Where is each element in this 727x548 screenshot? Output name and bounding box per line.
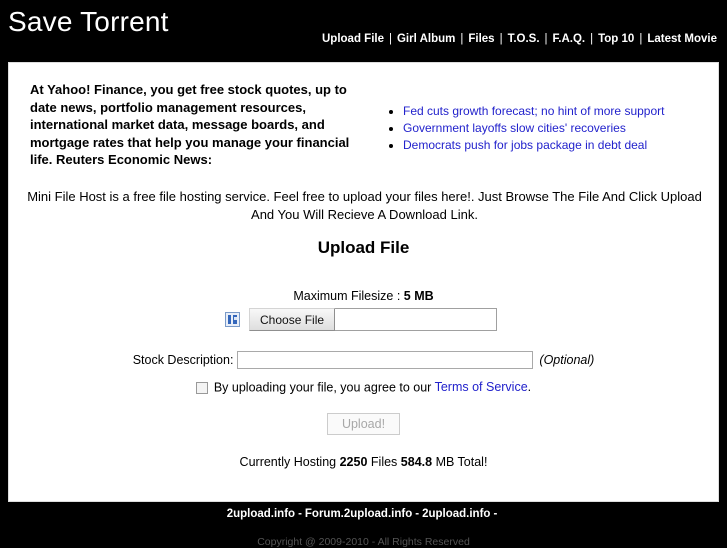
max-filesize-value: 5 MB bbox=[403, 289, 434, 303]
terms-row: By uploading your file, you agree to our… bbox=[9, 380, 718, 395]
footer-link-2upload-info-alt[interactable]: 2upload.info bbox=[422, 508, 490, 520]
nav-separator: | bbox=[639, 33, 643, 45]
hosting-file-count: 2250 bbox=[339, 455, 368, 469]
footer-links: 2upload.info - Forum.2upload.info -2upload.… bbox=[0, 508, 727, 520]
max-filesize-label: Maximum Filesize : bbox=[293, 289, 401, 303]
main-content-panel: At Yahoo! Finance, you get free stock qu… bbox=[8, 62, 719, 502]
site-header: Save Torrent Upload File | Girl Album | File… bbox=[0, 0, 727, 60]
footer-separator: - bbox=[298, 508, 302, 520]
list-item: Fed cuts growth forecast; no hint of mor… bbox=[403, 103, 664, 120]
nav-separator: | bbox=[590, 33, 594, 45]
description-label: Stock Description: bbox=[132, 353, 234, 367]
nav-item-upload-file[interactable]: Upload File bbox=[321, 33, 385, 45]
footer-separator: - bbox=[415, 508, 420, 520]
nav-separator: | bbox=[544, 33, 548, 45]
broken-image-icon-tear bbox=[231, 314, 233, 325]
nav-item-files[interactable]: Files bbox=[467, 33, 495, 45]
nav-item-tos[interactable]: T.O.S. bbox=[507, 33, 541, 45]
footer-separator-trailing: - bbox=[493, 508, 498, 520]
list-item: Democrats push for jobs package in debt … bbox=[403, 137, 664, 154]
broken-image-icon bbox=[225, 312, 240, 327]
upload-section-heading: Upload File bbox=[317, 238, 410, 257]
hosting-stats-prefix: Currently Hosting bbox=[239, 455, 337, 469]
footer-link-forum-2upload-info[interactable]: Forum.2upload.info bbox=[305, 508, 412, 520]
main-navigation: Upload File | Girl Album | Files | T.O.S. | F.A.… bbox=[321, 33, 718, 45]
promo-region: At Yahoo! Finance, you get free stock qu… bbox=[9, 63, 718, 173]
terms-of-service-link[interactable]: Terms of Service bbox=[435, 380, 528, 394]
nav-separator: | bbox=[499, 33, 503, 45]
optional-note: (Optional) bbox=[539, 353, 595, 367]
list-item: Government layoffs slow cities' recoveri… bbox=[403, 120, 664, 137]
news-link-fed-cuts[interactable]: Fed cuts growth forecast; no hint of mor… bbox=[403, 104, 664, 118]
nav-item-faq[interactable]: F.A.Q. bbox=[552, 33, 587, 45]
terms-checkbox[interactable] bbox=[195, 381, 208, 394]
file-upload-row: Choose File bbox=[225, 308, 497, 331]
hosting-stats-suffix: MB Total! bbox=[435, 455, 488, 469]
hosting-stats: Currently Hosting 2250 Files 584.8 MB To… bbox=[9, 455, 718, 469]
file-name-display bbox=[335, 309, 496, 330]
upload-button-container: Upload! bbox=[9, 413, 718, 435]
copyright-text: Copyright @ 2009-2010 - All Rights Reser… bbox=[257, 536, 470, 548]
intro-paragraph: Mini File Host is a free file hosting se… bbox=[27, 189, 702, 222]
nav-item-top-10[interactable]: Top 10 bbox=[597, 33, 635, 45]
nav-item-latest-movie[interactable]: Latest Movie bbox=[646, 33, 718, 45]
news-headline-list: Fed cuts growth forecast; no hint of mor… bbox=[383, 103, 664, 154]
max-filesize-info: Maximum Filesize : 5 MB bbox=[9, 289, 718, 303]
finance-blurb: At Yahoo! Finance, you get free stock qu… bbox=[30, 82, 350, 167]
broken-image-icon-dot bbox=[234, 317, 237, 320]
terms-period: . bbox=[527, 380, 532, 394]
news-link-government-layoffs[interactable]: Government layoffs slow cities' recoveri… bbox=[403, 121, 626, 135]
hosting-total-size: 584.8 bbox=[400, 455, 433, 469]
site-footer: 2upload.info - Forum.2upload.info -2upload.… bbox=[0, 508, 727, 548]
nav-separator: | bbox=[388, 33, 392, 45]
page-title: Save Torrent bbox=[8, 6, 169, 37]
file-input-control[interactable]: Choose File bbox=[249, 308, 497, 331]
choose-file-button[interactable]: Choose File bbox=[249, 308, 336, 331]
nav-item-girl-album[interactable]: Girl Album bbox=[396, 33, 456, 45]
news-link-democrats-push[interactable]: Democrats push for jobs package in debt … bbox=[403, 138, 647, 152]
terms-text: By uploading your file, you agree to our bbox=[213, 380, 432, 395]
footer-link-2upload-info[interactable]: 2upload.info bbox=[227, 508, 295, 520]
upload-submit-button[interactable]: Upload! bbox=[326, 413, 401, 435]
nav-separator: | bbox=[460, 33, 464, 45]
description-row: Stock Description: (Optional) bbox=[9, 351, 718, 369]
description-input[interactable] bbox=[237, 351, 534, 369]
hosting-stats-middle: Files bbox=[370, 455, 398, 469]
